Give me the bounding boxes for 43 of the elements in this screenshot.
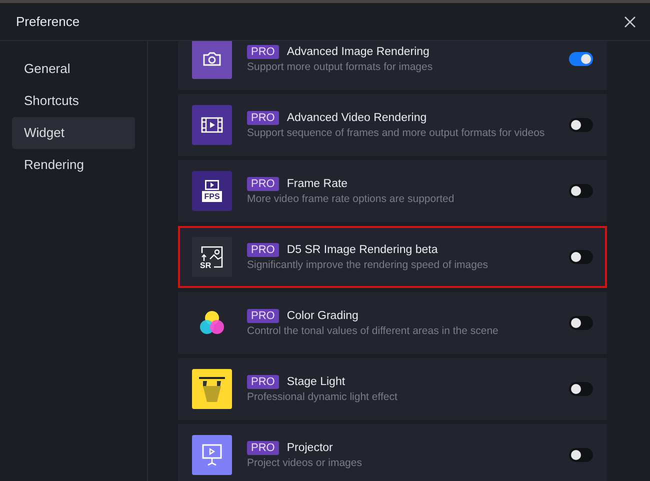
widget-title: Frame Rate [286,178,348,190]
widget-title: Stage Light [286,376,346,388]
pro-badge: PRO [247,242,279,256]
widget-title: Advanced Video Rendering [286,112,427,124]
sr-label: SR [200,261,212,270]
widget-title: Advanced Image Rendering [286,46,430,58]
sidebar-item[interactable]: General [12,53,135,85]
fps-label: FPS [202,191,222,202]
video-screen-icon [205,180,219,190]
pro-badge: PRO [247,110,279,124]
sidebar-item[interactable]: Rendering [12,149,135,181]
widget-description: Professional dynamic light effect [247,390,398,404]
widget-description: Support sequence of frames and more output formats for videos [247,126,546,140]
toggle-switch[interactable] [569,316,593,330]
sidebar-item[interactable]: Shortcuts [12,85,135,117]
widget-description: Control the tonal values of different areas in the scene [247,324,500,338]
widget-title: D5 SR Image Rendering beta [286,244,438,256]
pro-badge: PRO [247,440,279,454]
toggle-switch[interactable] [569,118,593,132]
widget-title: Projector [286,442,333,454]
camera-icon [202,50,222,68]
widget-description: Support more output formats for images [247,60,434,74]
image-upscale-icon [200,245,224,269]
toggle-switch[interactable] [569,250,593,264]
sidebar-item[interactable]: Widget [12,117,135,149]
color-circles-icon [199,310,225,336]
widget-description: Project videos or images [247,456,363,470]
film-icon [201,116,223,134]
toggle-switch[interactable] [569,448,593,462]
widget-title: Color Grading [286,310,358,322]
spotlight-icon [197,374,227,404]
widget-description: Significantly improve the rendering speed of images [247,258,490,272]
window-title: Preference [16,14,80,29]
widget-description: More video frame rate options are supported [247,192,456,206]
pro-badge: PRO [247,308,279,322]
toggle-switch[interactable] [569,184,593,198]
projector-screen-icon [201,443,223,467]
toggle-switch[interactable] [569,52,593,66]
pro-badge: PRO [247,374,279,388]
pro-badge: PRO [247,44,279,58]
pro-badge: PRO [247,176,279,190]
toggle-switch[interactable] [569,382,593,396]
close-icon[interactable] [624,16,636,28]
